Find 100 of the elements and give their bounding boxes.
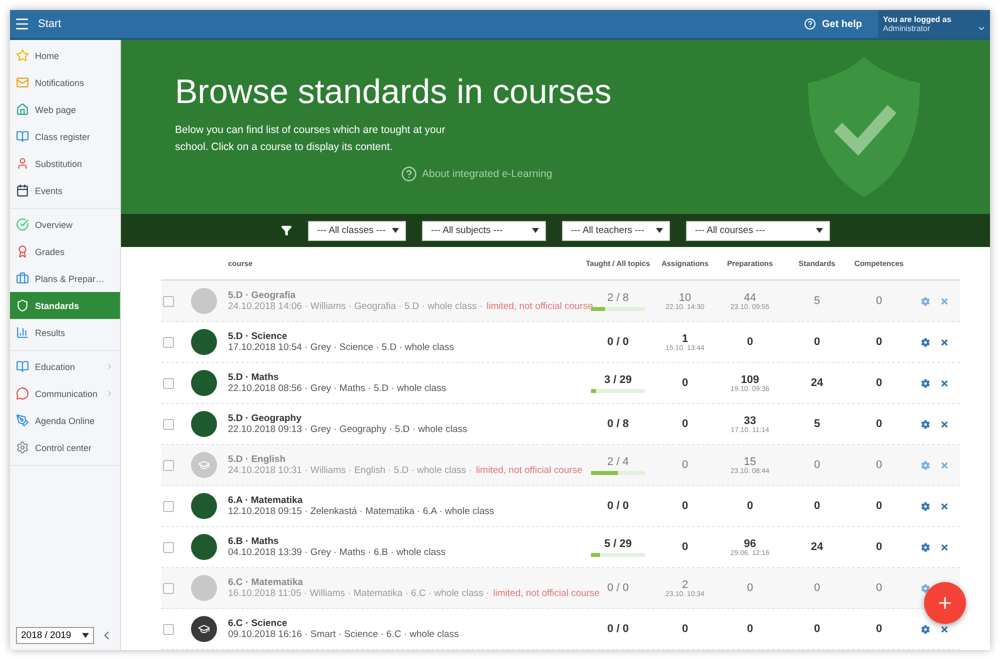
settings-icon[interactable] <box>921 624 930 634</box>
sidebar-item[interactable]: Class register <box>10 123 120 150</box>
filter-icon <box>281 225 292 236</box>
row-checkbox[interactable] <box>163 418 174 430</box>
competences-count: 0 <box>876 541 882 553</box>
course-title[interactable]: 6.B · Maths <box>228 536 580 547</box>
intro-text: Below you can find list of courses which are tought at your school. Click on a course to display its content. <box>175 122 446 155</box>
topics-count: 2 / 4 <box>607 456 629 468</box>
preparations-count: 33 <box>744 414 756 426</box>
sidebar-item[interactable]: Notifications <box>10 69 120 96</box>
sidebar-item[interactable]: Web page <box>10 96 120 123</box>
assignations-count: 0 <box>682 377 688 389</box>
sidebar-item[interactable]: Results <box>10 319 120 346</box>
standards-count: 0 <box>814 500 820 512</box>
user-label: You are logged as <box>883 15 952 24</box>
close-icon[interactable] <box>940 502 949 510</box>
row-checkbox[interactable] <box>163 582 174 594</box>
topics-count: 0 / 0 <box>607 623 629 635</box>
row-checkbox[interactable] <box>163 378 174 388</box>
assignations-count: 2 <box>682 578 688 590</box>
settings-icon[interactable] <box>921 542 930 552</box>
shield-icon <box>16 299 29 312</box>
sidebar-label: Control center <box>35 442 93 452</box>
shield-check-icon <box>808 57 920 198</box>
filter-select[interactable]: --- All courses --- <box>686 220 830 241</box>
standards-count: 0 <box>814 623 820 635</box>
course-note: limited, not official course <box>493 588 600 599</box>
help-link[interactable]: Get help <box>804 18 862 30</box>
competences-count: 0 <box>876 500 882 512</box>
topics-count: 0 / 0 <box>607 582 629 594</box>
standards-count: 24 <box>810 377 824 389</box>
sidebar-label: Class register <box>35 132 92 142</box>
topics-count: 2 / 8 <box>607 292 629 304</box>
topics-count: 0 / 0 <box>607 500 629 512</box>
user-menu[interactable]: You are logged as Administrator <box>878 10 990 38</box>
sidebar-item[interactable]: Education <box>10 353 120 380</box>
settings-icon[interactable] <box>921 502 930 510</box>
page-title: Browse standards in courses <box>175 72 613 112</box>
sidebar-item[interactable]: Home <box>10 42 120 69</box>
sidebar-label: Plans & Prepar… <box>35 274 106 284</box>
settings-icon[interactable] <box>921 420 930 428</box>
sidebar-item[interactable]: Substitution <box>10 150 120 177</box>
sidebar-item[interactable]: Plans & Prepar… <box>10 265 120 292</box>
settings-icon[interactable] <box>921 584 930 592</box>
close-icon[interactable] <box>940 338 949 346</box>
sidebar-item[interactable]: Control center <box>10 434 120 461</box>
sidebar-label: Communication <box>35 388 99 398</box>
sidebar-label: Results <box>35 328 66 338</box>
caret-icon <box>82 633 89 638</box>
sidebar-item[interactable]: Agenda Online <box>10 407 120 434</box>
row-checkbox[interactable] <box>163 336 174 348</box>
close-icon[interactable] <box>940 624 949 634</box>
badge-icon <box>16 245 29 258</box>
book-icon <box>16 360 29 373</box>
menu-icon[interactable] <box>14 16 30 32</box>
preparations-count: 0 <box>746 623 754 635</box>
assignations-count: 0 <box>682 459 688 471</box>
star-icon <box>16 49 29 62</box>
close-icon[interactable] <box>940 420 949 428</box>
course-details: 22.10.2018 09:13 · Grey · Geography · 5.D · whole class <box>228 424 468 435</box>
course-details: 16.10.2018 11:05 · Williams · Matematika · 6.C · whole class · <box>228 588 490 599</box>
course-details: 22.10.2018 08:56 · Grey · Maths · 5.D · whole class <box>228 383 446 394</box>
settings-icon[interactable] <box>921 378 930 388</box>
preparations-count: 0 <box>746 336 754 348</box>
row-checkbox[interactable] <box>163 624 174 634</box>
course-details: 09.10.2018 16:16 · Smart · Science · 6.C · whole class <box>228 629 459 640</box>
row-checkbox[interactable] <box>163 296 174 306</box>
course-title[interactable]: 5.D · Science <box>228 331 580 342</box>
sidebar-item[interactable]: Standards <box>10 292 120 319</box>
row-checkbox[interactable] <box>163 460 174 470</box>
year-select[interactable]: 2018 / 2019 <box>16 627 94 644</box>
competences-count: 0 <box>876 582 882 594</box>
filter-select[interactable]: --- All teachers --- <box>562 220 670 241</box>
user-name: Administrator <box>883 24 930 33</box>
pen-icon <box>16 414 29 427</box>
sidebar-label: Grades <box>35 246 66 256</box>
settings-icon[interactable] <box>921 296 930 306</box>
course-details: 17.10.2018 10:54 · Grey · Science · 5.D · whole class <box>228 342 454 353</box>
settings-icon[interactable] <box>921 460 930 470</box>
sidebar-item[interactable]: Overview <box>10 211 120 238</box>
envelope-icon <box>16 76 29 89</box>
filter-select[interactable]: --- All subjects --- <box>422 220 546 241</box>
row-checkbox[interactable] <box>163 500 174 512</box>
topics-count: 5 / 29 <box>604 538 632 550</box>
standards-count: 0 <box>814 336 820 348</box>
sidebar-item[interactable]: Grades <box>10 238 120 265</box>
caret-icon <box>977 24 986 33</box>
course-title[interactable]: 6.A · Matematika <box>228 495 580 506</box>
course-title[interactable]: 5.D · Maths <box>228 372 580 383</box>
course-title[interactable]: 6.C · Science <box>228 618 580 629</box>
sidebar-item[interactable]: Communication <box>10 380 120 407</box>
course-title[interactable]: 5.D · Geography <box>228 413 580 424</box>
close-icon[interactable] <box>940 378 949 388</box>
row-checkbox[interactable] <box>163 542 174 552</box>
sidebar-item[interactable]: Events <box>10 177 120 204</box>
close-icon[interactable] <box>940 542 949 552</box>
person-icon <box>16 157 29 170</box>
app-title: Start <box>38 18 62 30</box>
filter-select[interactable]: --- All classes --- <box>308 220 406 241</box>
settings-icon[interactable] <box>921 338 930 346</box>
